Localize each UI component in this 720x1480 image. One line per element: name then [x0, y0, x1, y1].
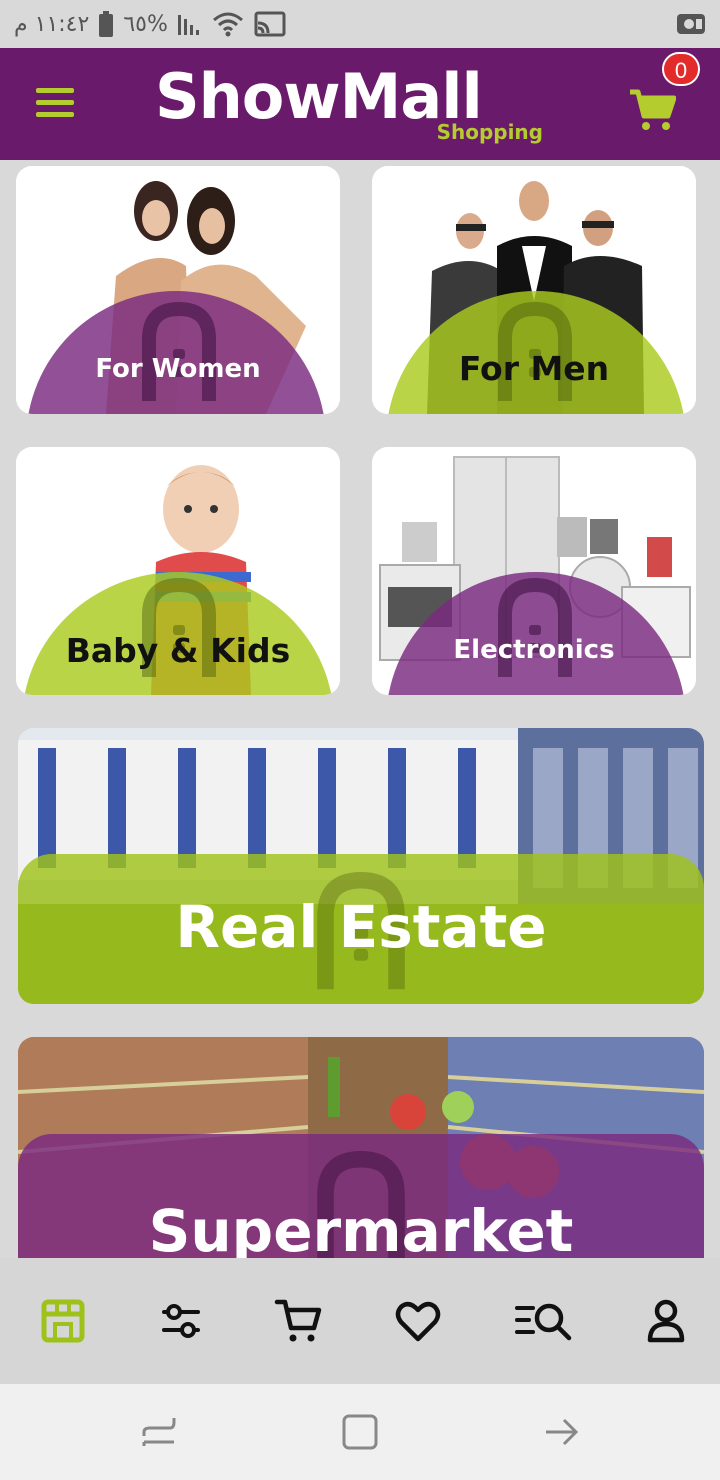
category-label: For Men [458, 349, 610, 388]
category-supermarket[interactable]: Supermarket [18, 1037, 704, 1258]
bottom-nav [0, 1258, 720, 1384]
menu-icon-bar [36, 88, 74, 93]
logo-subtitle: Shopping [436, 120, 543, 144]
category-women[interactable]: For Women [16, 166, 340, 414]
search-list-icon[interactable] [515, 1296, 575, 1346]
recents-icon[interactable] [140, 1412, 180, 1452]
app-logo: ShowMall Shopping [155, 60, 555, 150]
menu-icon-bar [36, 112, 74, 117]
cast-icon [254, 11, 286, 37]
filters-icon[interactable] [156, 1296, 206, 1346]
video-camera-icon [677, 14, 705, 34]
store-icon[interactable] [38, 1296, 88, 1346]
category-label: Real Estate [175, 893, 547, 961]
app-header: ShowMall Shopping [0, 48, 720, 160]
category-men[interactable]: For Men [372, 166, 696, 414]
heart-icon[interactable] [393, 1296, 443, 1346]
profile-icon[interactable] [641, 1296, 691, 1346]
signal-icon [177, 15, 199, 35]
cart-count-badge: 0 [662, 52, 700, 86]
cart-icon[interactable] [274, 1296, 324, 1346]
category-electronics[interactable]: Electronics [372, 447, 696, 695]
back-icon[interactable] [542, 1412, 582, 1452]
mall-arch-mark [142, 301, 216, 401]
category-label: Supermarket [148, 1197, 574, 1258]
category-baby-kids[interactable]: Baby & Kids [16, 447, 340, 695]
status-left-group: ١١:٤٢ م %٦٥ [14, 8, 286, 40]
wifi-icon [212, 12, 243, 37]
status-time: ١١:٤٢ م [14, 11, 90, 37]
home-icon[interactable] [340, 1412, 380, 1452]
battery-percent: %٦٥ [123, 11, 168, 37]
battery-icon [99, 11, 114, 37]
menu-icon-bar [36, 100, 74, 105]
system-nav-bar [0, 1384, 720, 1480]
status-bar: ١١:٤٢ م %٦٥ [0, 0, 720, 48]
logo-wordmark: ShowMall [155, 60, 483, 133]
category-label: Electronics [453, 635, 615, 665]
category-label: Baby & Kids [65, 631, 291, 670]
category-label: For Women [95, 354, 261, 384]
header-cart-icon[interactable] [628, 88, 676, 132]
status-right-group [676, 10, 706, 41]
category-real-estate[interactable]: Real Estate [18, 728, 704, 1004]
menu-button[interactable] [36, 88, 76, 118]
